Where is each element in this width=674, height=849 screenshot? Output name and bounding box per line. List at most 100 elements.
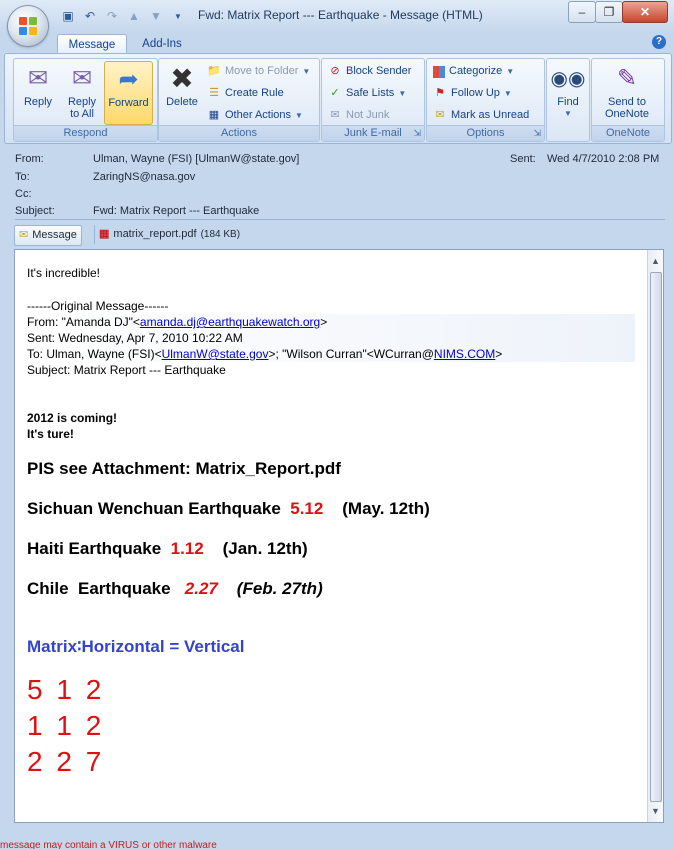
subject-value: Fwd: Matrix Report --- Earthquake	[93, 205, 260, 217]
delete-button[interactable]: ✖ Delete	[161, 61, 203, 123]
message-attachment-tab[interactable]: ✉ Message	[14, 225, 82, 246]
status-text: message may contain a VIRUS or other mal…	[0, 840, 217, 849]
reply-button[interactable]: ✉ Reply	[16, 61, 60, 123]
send-to-onenote-button[interactable]: ✎ Send to OneNote	[594, 61, 660, 123]
save-icon[interactable]: ▣	[60, 8, 76, 24]
sent-value: Wed 4/7/2010 2:08 PM	[547, 153, 660, 165]
outlook-message-window: ▣ ↶ ↷ ▲ ▼ ▼ Fwd: Matrix Report --- Earth…	[0, 0, 674, 849]
group-onenote: ✎ Send to OneNote OneNote	[591, 58, 665, 142]
forward-button[interactable]: ➦ Forward	[104, 61, 153, 125]
matrix-row-3: 2 2 7	[27, 746, 105, 777]
greeting-text: It's incredible!	[27, 266, 100, 280]
scroll-up-icon[interactable]: ▲	[651, 256, 660, 266]
safe-lists-button[interactable]: ✓ Safe Lists ▼	[328, 85, 406, 102]
attachment-notice: PIS see Attachment: Matrix_Report.pdf	[27, 459, 341, 478]
original-to-mid: >; "Wilson Curran"<WCurran@	[268, 347, 434, 361]
close-button[interactable]: ✕	[622, 1, 668, 23]
group-junk-email: ⊘ Block Sender ✓ Safe Lists ▼ ✉ Not Junk…	[321, 58, 425, 142]
redo-icon[interactable]: ↷	[104, 8, 120, 24]
chile-date: (Feb. 27th)	[236, 579, 323, 598]
forward-icon: ➦	[118, 66, 139, 93]
block-sender-button[interactable]: ⊘ Block Sender	[328, 63, 411, 80]
other-actions-icon: ▦	[208, 109, 220, 121]
chevron-down-icon: ▼	[564, 109, 572, 118]
group-options: Categorize ▼ ⚑ Follow Up ▼ ✉ Mark as Unr…	[426, 58, 545, 142]
delete-label: Delete	[166, 96, 198, 108]
minimize-button[interactable]: –	[568, 1, 596, 23]
haiti-name: Haiti Earthquake	[27, 539, 162, 558]
matrix-row-2: 1 1 2	[27, 710, 105, 741]
office-button[interactable]	[8, 6, 48, 46]
nims-link[interactable]: NIMS.COM	[434, 347, 495, 361]
status-bar: message may contain a VIRUS or other mal…	[0, 838, 674, 849]
follow-up-label: Follow Up	[451, 87, 500, 99]
safe-lists-label: Safe Lists	[346, 87, 395, 99]
tab-add-ins[interactable]: Add-Ins	[134, 34, 190, 54]
not-junk-button[interactable]: ✉ Not Junk	[328, 107, 389, 124]
message-tab-label: Message	[32, 229, 77, 241]
reply-label: Reply	[23, 96, 53, 108]
mark-as-unread-button[interactable]: ✉ Mark as Unread	[433, 107, 529, 124]
move-to-folder-label: Move to Folder	[225, 65, 299, 77]
rule-icon: ☰	[209, 87, 219, 99]
reply-all-button[interactable]: ✉ Reply to All	[60, 61, 104, 123]
from-value[interactable]: Ulman, Wayne (FSI) [UlmanW@state.gov]	[93, 153, 299, 165]
sent-label: Sent:	[510, 153, 536, 165]
move-to-folder-button[interactable]: 📁 Move to Folder ▼	[207, 63, 310, 80]
recipient-email-link[interactable]: UlmanW@state.gov	[162, 347, 269, 361]
subject-label: Subject:	[15, 205, 55, 217]
office-logo-icon	[19, 17, 37, 35]
message-content: It's incredible! ------Original Message-…	[15, 250, 647, 822]
header-divider	[15, 219, 665, 220]
reply-icon: ✉	[27, 65, 49, 92]
chile-number: 2.27	[184, 579, 218, 598]
message-header: From: Ulman, Wayne (FSI) [UlmanW@state.g…	[8, 146, 665, 222]
to-value[interactable]: ZaringNS@nasa.gov	[93, 171, 195, 183]
scroll-down-icon[interactable]: ▼	[651, 806, 660, 816]
categorize-button[interactable]: Categorize ▼	[433, 63, 514, 80]
tab-message[interactable]: Message	[57, 34, 127, 55]
next-item-icon[interactable]: ▼	[148, 8, 164, 24]
original-subject-line: Subject: Matrix Report --- Earthquake	[27, 363, 226, 377]
pdf-attachment[interactable]: ▦ matrix_report.pdf (184 KB)	[94, 225, 244, 244]
help-icon[interactable]: ?	[652, 35, 666, 49]
vertical-scrollbar[interactable]: ▲ ▼	[647, 250, 663, 822]
message-body[interactable]: It's incredible! ------Original Message-…	[14, 249, 664, 823]
group-find: ◉◉ Find ▼	[546, 58, 590, 142]
matrix-row-1: 5 1 2	[27, 674, 105, 705]
original-to-line: To: Ulman, Wayne (FSI)<UlmanW@state.gov>…	[27, 347, 502, 361]
mark-as-unread-label: Mark as Unread	[451, 109, 530, 121]
block-sender-label: Block Sender	[346, 65, 412, 77]
envelope-icon: ✉	[19, 229, 29, 241]
original-message-separator: ------Original Message------	[27, 299, 169, 313]
chevron-down-icon: ▼	[302, 67, 311, 76]
to-label: To:	[15, 171, 30, 183]
previous-item-icon[interactable]: ▲	[126, 8, 142, 24]
sichuan-line: Sichuan Wenchuan Earthquake 5.12 (May. 1…	[27, 499, 430, 519]
haiti-date: (Jan. 12th)	[222, 539, 308, 558]
create-rule-button[interactable]: ☰ Create Rule	[207, 85, 284, 102]
attachments-bar: ✉ Message ▦ matrix_report.pdf (184 KB)	[8, 224, 664, 246]
ribbon-tabs: Message Add-Ins	[0, 32, 674, 55]
dialog-launcher-icon[interactable]: ⇲	[413, 128, 421, 139]
block-sender-icon: ⊘	[330, 65, 340, 77]
dialog-launcher-icon[interactable]: ⇲	[533, 128, 541, 139]
sender-email-link[interactable]: amanda.dj@earthquakewatch.org	[140, 315, 320, 329]
other-actions-button[interactable]: ▦ Other Actions ▼	[207, 107, 303, 124]
follow-up-button[interactable]: ⚑ Follow Up ▼	[433, 85, 512, 102]
undo-icon[interactable]: ↶	[82, 8, 98, 24]
find-button[interactable]: ◉◉ Find ▼	[548, 61, 588, 123]
folder-icon: 📁	[207, 65, 221, 77]
group-label-onenote: OneNote	[592, 125, 664, 141]
binoculars-icon: ◉◉	[550, 68, 586, 90]
original-to-suffix: >	[495, 347, 503, 361]
not-junk-icon: ✉	[330, 109, 340, 121]
safe-lists-icon: ✓	[330, 87, 340, 99]
scrollbar-thumb[interactable]	[650, 272, 662, 802]
customize-toolbar-icon[interactable]: ▼	[170, 8, 186, 24]
from-label: From:	[15, 153, 44, 165]
chevron-down-icon: ▼	[506, 67, 515, 76]
reply-all-icon: ✉	[71, 65, 93, 92]
not-junk-label: Not Junk	[346, 109, 390, 121]
maximize-button[interactable]: ❐	[595, 1, 623, 23]
